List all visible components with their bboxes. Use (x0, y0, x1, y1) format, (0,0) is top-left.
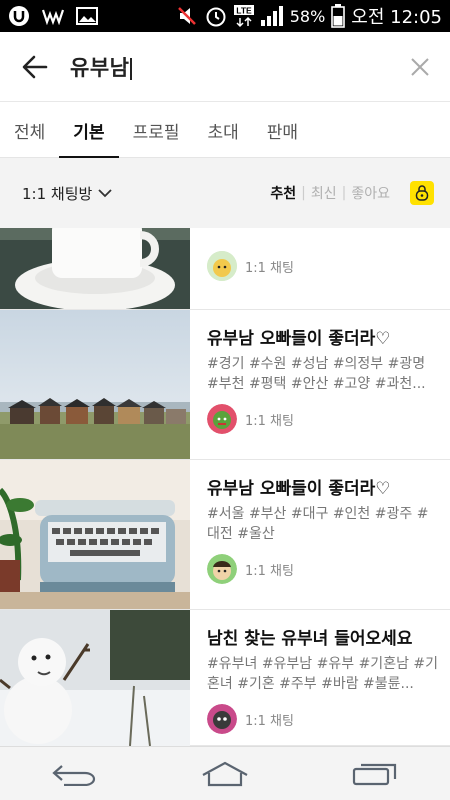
nav-home-button[interactable] (185, 747, 265, 800)
sort-divider: | (301, 185, 306, 201)
result-list: 1:1 채팅 유부남 오빠들이 좋더라♡ #경기 #수원 #성남 #의정부 #광… (0, 228, 450, 746)
clear-search-button[interactable] (390, 32, 450, 102)
item-meta: 1:1 채팅 (207, 704, 440, 734)
sort-latest[interactable]: 최신 (311, 183, 337, 203)
avatar (207, 704, 237, 734)
item-title: 남친 찾는 유부녀 들어오세요 (207, 629, 413, 649)
system-nav-bar (0, 746, 450, 800)
avatar (207, 404, 237, 434)
chat-type-label: 1:1 채팅 (245, 260, 294, 276)
gallery-icon (76, 7, 98, 25)
list-item[interactable]: 1:1 채팅 (0, 228, 450, 310)
item-title: 유부남 오빠들이 좋더라♡ (207, 479, 391, 499)
room-type-dropdown[interactable]: 1:1 채팅방 (22, 183, 112, 204)
search-input[interactable]: 유부남 (70, 52, 390, 82)
search-query-text: 유부남 (70, 55, 130, 80)
tab-profile[interactable]: 프로필 (119, 102, 194, 158)
search-tabs: 전체 기본 프로필 초대 판매 (0, 102, 450, 159)
signal-icon (260, 5, 284, 27)
avatar (207, 554, 237, 584)
avatar (207, 251, 237, 281)
mute-icon (176, 5, 198, 27)
item-tags: #유부녀 #유부남 #유부 #기혼남 #기혼녀 #기혼 #주부 #바람 #불륜.… (207, 656, 439, 692)
sort-divider: | (341, 185, 347, 201)
close-icon (411, 57, 429, 76)
w-app-icon (42, 7, 64, 25)
lte-icon: LTE (233, 4, 254, 28)
list-item[interactable]: 유부남 오빠들이 좋더라♡ #경기 #수원 #성남 #의정부 #광명 #부천 #… (0, 310, 450, 460)
tab-sale[interactable]: 판매 (253, 102, 312, 158)
tab-basic[interactable]: 기본 (59, 102, 119, 159)
battery-percent: 58% (289, 6, 326, 26)
item-meta: 1:1 채팅 (207, 404, 440, 434)
lock-button[interactable] (410, 181, 434, 205)
tab-invite[interactable]: 초대 (193, 102, 252, 158)
item-meta: 1:1 채팅 (207, 251, 440, 281)
sort-recommended[interactable]: 추천 (270, 183, 296, 203)
u-app-icon (8, 5, 30, 27)
list-item[interactable]: 유부남 오빠들이 좋더라♡ #서울 #부산 #대구 #인천 #광주 #대전 #울… (0, 460, 450, 610)
back-button[interactable] (0, 32, 70, 102)
item-meta: 1:1 채팅 (207, 554, 440, 584)
nav-recent-button[interactable] (335, 747, 415, 800)
clock: 오전 12:05 (351, 7, 442, 28)
item-tags: #경기 #수원 #성남 #의정부 #광명 #부천 #평택 #안산 #고양 #과천… (207, 356, 426, 392)
thumbnail-coffee-cup (0, 228, 190, 309)
item-tags (207, 228, 440, 241)
sort-options: 추천 | 최신 | 좋아요 (270, 181, 434, 205)
tab-all[interactable]: 전체 (0, 102, 59, 158)
battery-icon (331, 4, 346, 28)
thumbnail-typewriter (0, 460, 190, 609)
chevron-down-icon (98, 189, 112, 198)
chat-type-label: 1:1 채팅 (245, 713, 294, 729)
back-arrow-icon (22, 55, 48, 78)
home-nav-icon (202, 761, 248, 786)
back-nav-icon (52, 764, 96, 786)
chat-type-label: 1:1 채팅 (245, 563, 294, 579)
thumbnail-beach-huts (0, 310, 190, 459)
sort-likes[interactable]: 좋아요 (351, 183, 390, 203)
chat-type-label: 1:1 채팅 (245, 413, 294, 429)
item-tags: #서울 #부산 #대구 #인천 #광주 #대전 #울산 (207, 506, 429, 542)
item-info: 유부남 오빠들이 좋더라♡ #서울 #부산 #대구 #인천 #광주 #대전 #울… (207, 460, 440, 584)
item-title: 유부남 오빠들이 좋더라♡ (207, 329, 391, 349)
svg-text:LTE: LTE (236, 6, 252, 16)
filter-bar: 1:1 채팅방 추천 | 최신 | 좋아요 (0, 158, 450, 228)
item-info: 1:1 채팅 (207, 228, 440, 281)
search-header: 유부남 (0, 32, 450, 102)
room-type-label: 1:1 채팅방 (22, 184, 93, 203)
list-item[interactable]: 남친 찾는 유부녀 들어오세요 #유부녀 #유부남 #유부 #기혼남 #기혼녀 … (0, 610, 450, 746)
lock-icon (415, 185, 429, 201)
item-info: 남친 찾는 유부녀 들어오세요 #유부녀 #유부남 #유부 #기혼남 #기혼녀 … (207, 610, 440, 734)
alarm-icon (204, 4, 228, 28)
nav-back-button[interactable] (35, 747, 115, 800)
text-caret (130, 57, 133, 80)
item-info: 유부남 오빠들이 좋더라♡ #경기 #수원 #성남 #의정부 #광명 #부천 #… (207, 310, 440, 434)
thumbnail-snowman (0, 610, 190, 746)
recent-apps-icon (352, 763, 397, 785)
status-bar: LTE 58% 오전 12:05 (0, 0, 450, 32)
